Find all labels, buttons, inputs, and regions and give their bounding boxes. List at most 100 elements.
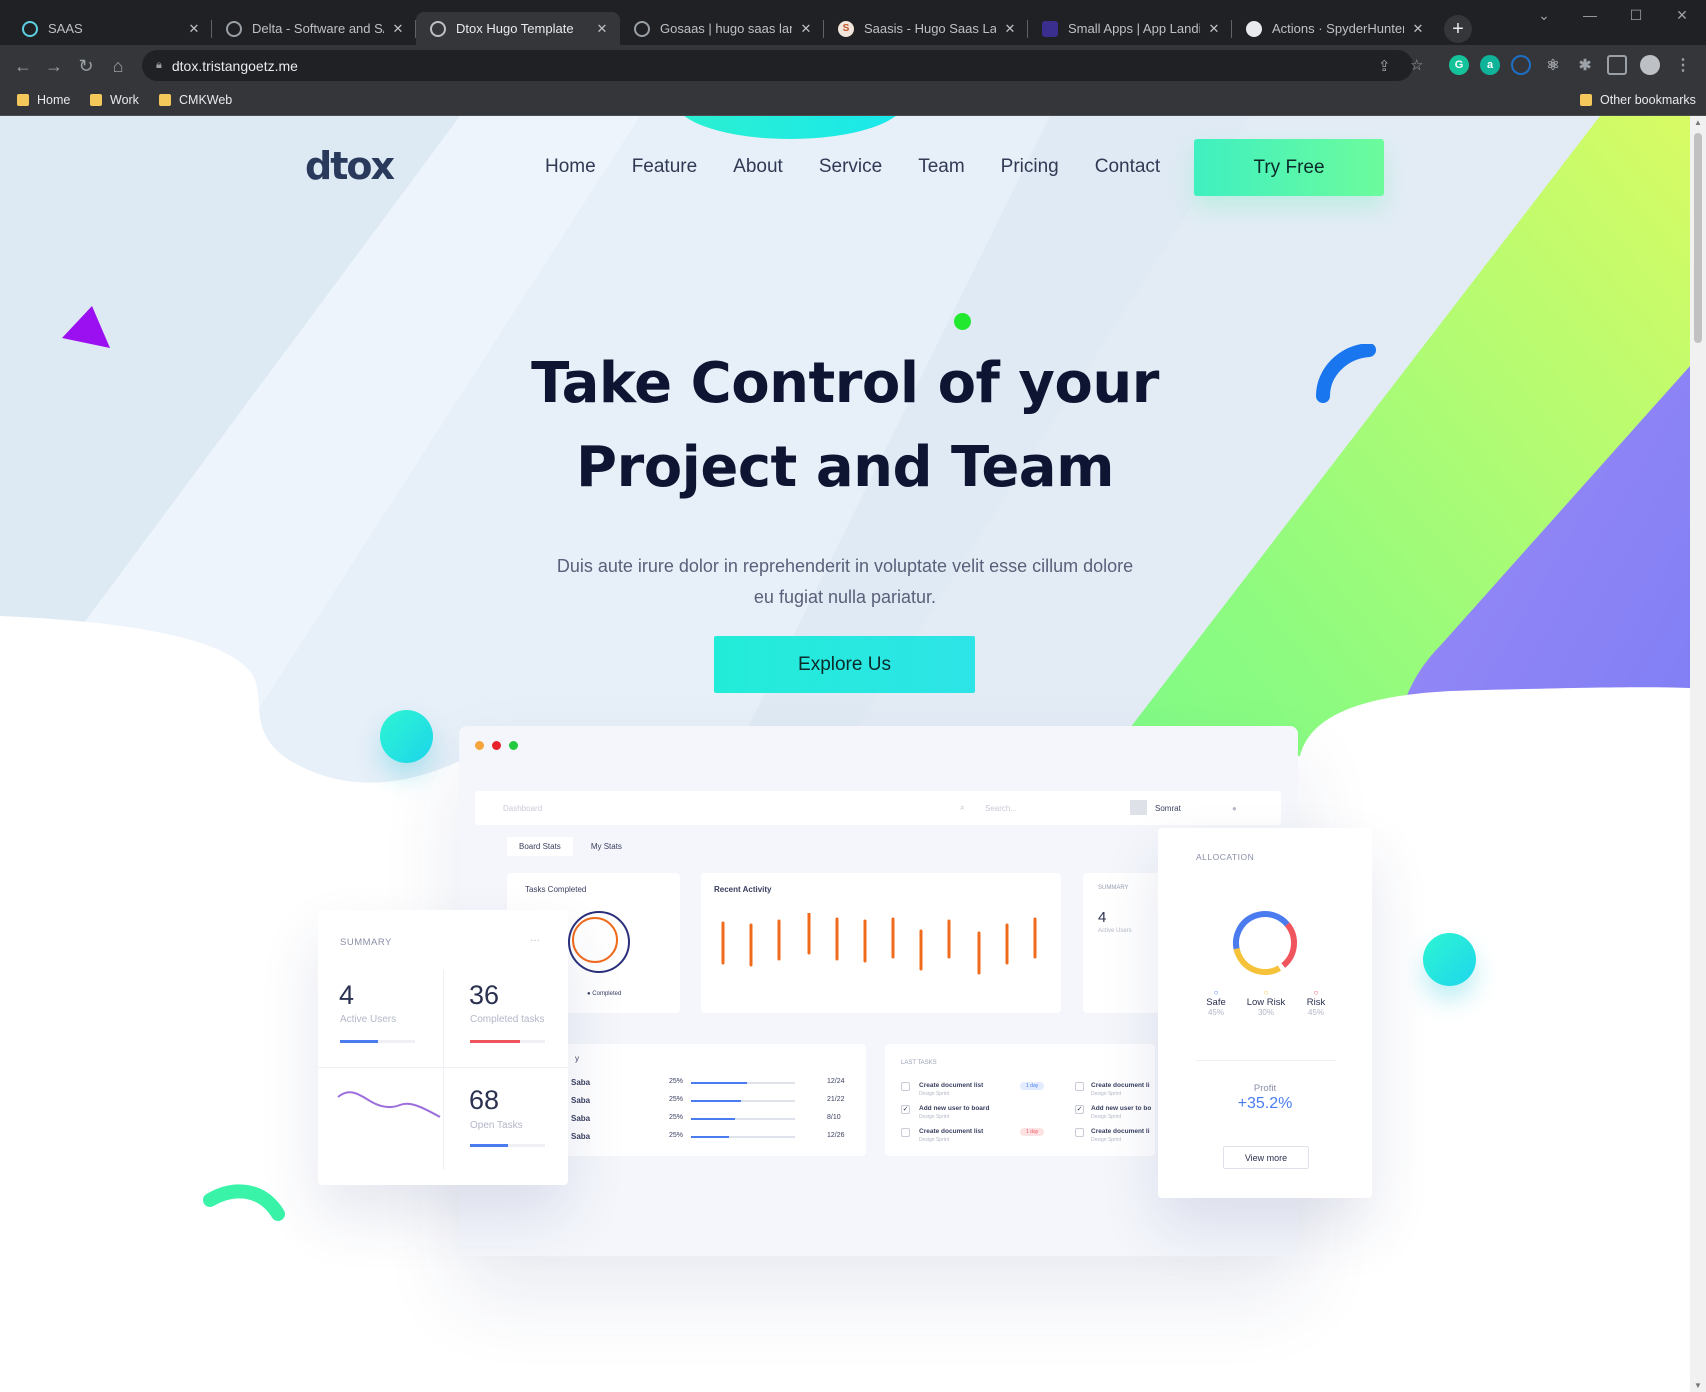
bookmark-home[interactable]: Home — [17, 93, 70, 107]
open-tasks-value: 68 — [469, 1085, 500, 1115]
summary-more-icon[interactable]: ... — [530, 930, 540, 944]
mock-activity-date: 12/24 — [827, 1078, 845, 1085]
folder-icon — [159, 94, 171, 106]
nav-home[interactable]: Home — [545, 156, 596, 178]
bookmark-star-icon[interactable]: ☆ — [1410, 56, 1423, 74]
mock-activity-row: Saba 25% 12/24 — [559, 1078, 866, 1092]
saas-favicon-icon — [22, 20, 38, 37]
browser-toolbar: ← → ↻ ⌂ 🔒︎ dtox.tristangoetz.me ⇪ ☆ G a … — [0, 45, 1706, 86]
close-tab-icon[interactable]: ✕ — [1410, 21, 1426, 37]
tab-delta[interactable]: Delta - Software and SAAS ✕ — [212, 12, 416, 45]
side-panel-icon[interactable] — [1607, 55, 1627, 75]
extensions-puzzle-icon[interactable]: ✱ — [1575, 55, 1595, 75]
grammarly-icon[interactable]: G — [1449, 55, 1469, 75]
back-icon[interactable]: ← — [11, 54, 35, 78]
mock-tasks-completed-title: Tasks Completed — [525, 885, 587, 894]
tab-small-apps[interactable]: Small Apps | App Landing ✕ — [1028, 12, 1232, 45]
mock-tasks-legend-label: Completed — [592, 991, 622, 997]
nav-feature[interactable]: Feature — [632, 156, 697, 178]
active-users-value: 4 — [339, 980, 355, 1010]
nav-about[interactable]: About — [733, 156, 783, 178]
home-icon[interactable]: ⌂ — [106, 54, 130, 78]
mock-task-checkbox-icon — [1075, 1082, 1084, 1091]
small-apps-favicon-icon — [1042, 20, 1058, 37]
hero-subtext: Duis aute irure dolor in reprehenderit i… — [556, 556, 1134, 607]
profile-avatar[interactable] — [1640, 55, 1660, 75]
scroll-down-icon[interactable]: ▼ — [1690, 1381, 1706, 1390]
mock-task-checkbox-icon — [901, 1128, 910, 1137]
tab-github-actions[interactable]: Actions · SpyderHunter03/ ✕ — [1232, 12, 1436, 45]
nav-pricing[interactable]: Pricing — [1001, 156, 1059, 178]
mock-activity-track — [691, 1118, 795, 1120]
bookmark-work[interactable]: Work — [90, 93, 139, 107]
explore-us-button[interactable]: Explore Us — [714, 636, 975, 693]
allocation-card: ALLOCATION ○ Safe 45% ○ Low Risk 30% ○ R… — [1158, 828, 1372, 1198]
tab-gosaas[interactable]: Gosaas | hugo saas landing ✕ — [620, 12, 824, 45]
nav-team[interactable]: Team — [918, 156, 964, 178]
scrollbar-thumb[interactable] — [1694, 133, 1702, 343]
github-icon — [1246, 20, 1262, 37]
new-tab-button[interactable]: + — [1444, 15, 1472, 43]
open-tasks-track — [470, 1144, 545, 1147]
mock-tasks-legend: ● Completed — [587, 991, 622, 997]
globe-icon — [226, 20, 242, 37]
tab-saas[interactable]: SAAS ✕ — [8, 12, 212, 45]
legend-risk-label: Risk — [1306, 997, 1326, 1008]
bookmark-cmkweb[interactable]: CMKWeb — [159, 93, 232, 107]
teal-circle-right-icon — [1423, 933, 1476, 986]
open-tasks-label: Open Tasks — [470, 1120, 523, 1131]
extension-a-icon[interactable]: a — [1480, 55, 1500, 75]
tab-search-icon[interactable]: ⌄ — [1521, 0, 1567, 30]
site-logo[interactable]: dtox — [305, 144, 395, 188]
headline-line-2: Project and Team — [576, 435, 1114, 500]
mock-task-row: ✓ Add new user to board Design Sprint ✓ Add … — [885, 1105, 1155, 1125]
forward-icon[interactable]: → — [42, 54, 66, 78]
mock-task-checkbox-icon: ✓ — [901, 1105, 910, 1114]
hero-headline: Take Control of your Project and Team — [0, 342, 1690, 510]
mock-task-title: Create document list — [919, 1082, 984, 1089]
mock-activity-row: Saba 25% 12/26 — [559, 1132, 866, 1146]
summary-sparkline-icon — [337, 1091, 441, 1118]
close-tab-icon[interactable]: ✕ — [1206, 21, 1222, 37]
minimize-icon[interactable]: — — [1567, 0, 1613, 30]
legend-safe-label: Safe — [1206, 997, 1226, 1008]
other-bookmarks[interactable]: Other bookmarks — [1580, 93, 1696, 107]
mock-task-sub: Design Sprint — [919, 1137, 950, 1143]
tab-dtox[interactable]: Dtox Hugo Template ✕ — [416, 12, 620, 45]
tab-title: Gosaas | hugo saas landing — [660, 21, 792, 36]
close-tab-icon[interactable]: ✕ — [594, 21, 610, 37]
view-more-button[interactable]: View more — [1223, 1146, 1309, 1169]
share-icon[interactable]: ⇪ — [1378, 57, 1391, 75]
browser-tab-strip: SAAS ✕ Delta - Software and SAAS ✕ Dtox … — [0, 0, 1706, 45]
scroll-up-icon[interactable]: ▲ — [1690, 118, 1706, 127]
close-window-icon[interactable]: ✕ — [1659, 0, 1705, 30]
close-tab-icon[interactable]: ✕ — [390, 21, 406, 37]
nav-contact[interactable]: Contact — [1095, 156, 1160, 178]
mock-task-title-right: Create document li — [1091, 1082, 1150, 1089]
close-tab-icon[interactable]: ✕ — [1002, 21, 1018, 37]
mock-bell-icon: ● — [1232, 803, 1237, 813]
mock-tab-my-stats: My Stats — [590, 842, 622, 851]
reload-icon[interactable]: ↻ — [74, 54, 98, 78]
try-free-button[interactable]: Try Free — [1194, 139, 1384, 196]
mock-activity-bars — [721, 913, 1037, 975]
address-bar[interactable]: 🔒︎ dtox.tristangoetz.me — [142, 50, 1413, 81]
maximize-icon[interactable]: ☐ — [1613, 0, 1659, 30]
menu-kebab-icon[interactable]: ⋮ — [1673, 55, 1693, 75]
summary-divider-v — [443, 970, 444, 1170]
tab-saasis[interactable]: S Saasis - Hugo Saas Landin ✕ — [824, 12, 1028, 45]
legend-low-risk-pct: 30% — [1257, 1008, 1274, 1017]
mock-last-tasks-title: LAST TASKS — [901, 1060, 937, 1066]
window-dots — [475, 741, 518, 750]
close-tab-icon[interactable]: ✕ — [186, 21, 202, 37]
mock-dashboard-title: Dashboard — [503, 803, 543, 813]
bookmark-label: CMKWeb — [179, 93, 233, 107]
active-users-label: Active Users — [340, 1014, 397, 1025]
nav-service[interactable]: Service — [819, 156, 882, 178]
dot-green-icon — [509, 741, 518, 750]
react-devtools-icon[interactable]: ⚛ — [1543, 55, 1563, 75]
close-tab-icon[interactable]: ✕ — [798, 21, 814, 37]
mock-activity-name: Saba — [571, 1114, 591, 1123]
extension-ring-icon[interactable] — [1511, 55, 1531, 75]
page-scrollbar[interactable]: ▲ ▼ — [1690, 116, 1706, 1392]
